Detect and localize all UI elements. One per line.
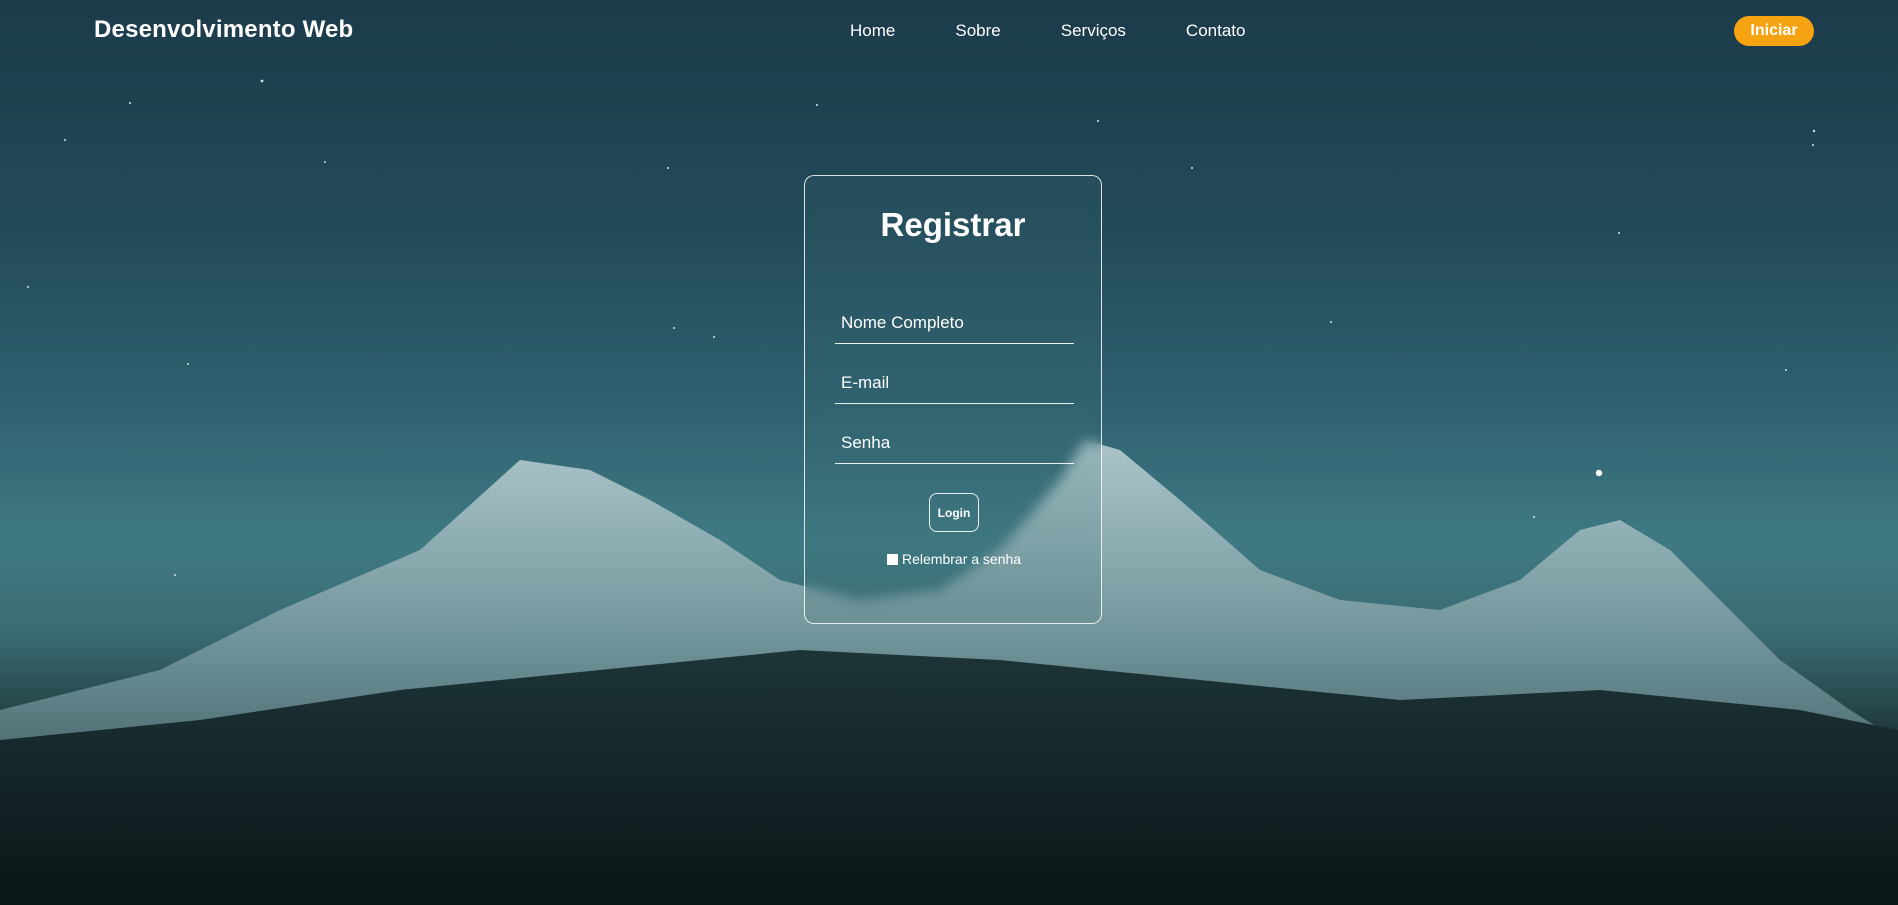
nav-sobre[interactable]: Sobre [955, 21, 1000, 41]
email-field-wrapper [835, 363, 1074, 404]
iniciar-button[interactable]: Iniciar [1734, 16, 1814, 46]
nav-contato[interactable]: Contato [1186, 21, 1246, 41]
full-name-input[interactable] [835, 303, 1074, 343]
login-button[interactable]: Login [929, 493, 979, 532]
remember-checkbox[interactable] [887, 553, 898, 565]
remember-label[interactable]: Relembrar a senha [902, 551, 1021, 567]
nav-home[interactable]: Home [850, 21, 895, 41]
name-field-wrapper [835, 303, 1074, 344]
password-input[interactable] [835, 423, 1074, 463]
site-logo[interactable]: Desenvolvimento Web [94, 16, 353, 44]
email-input[interactable] [835, 363, 1074, 403]
register-card: Registrar Login Relembrar a senha [804, 175, 1102, 624]
password-field-wrapper [835, 423, 1074, 464]
main-nav: Home Sobre Serviços Contato [850, 21, 1305, 41]
remember-password: Relembrar a senha [887, 551, 1021, 567]
nav-servicos[interactable]: Serviços [1061, 21, 1126, 41]
register-title: Registrar [880, 206, 1026, 243]
site-header: Desenvolvimento Web Home Sobre Serviços … [0, 0, 1898, 62]
